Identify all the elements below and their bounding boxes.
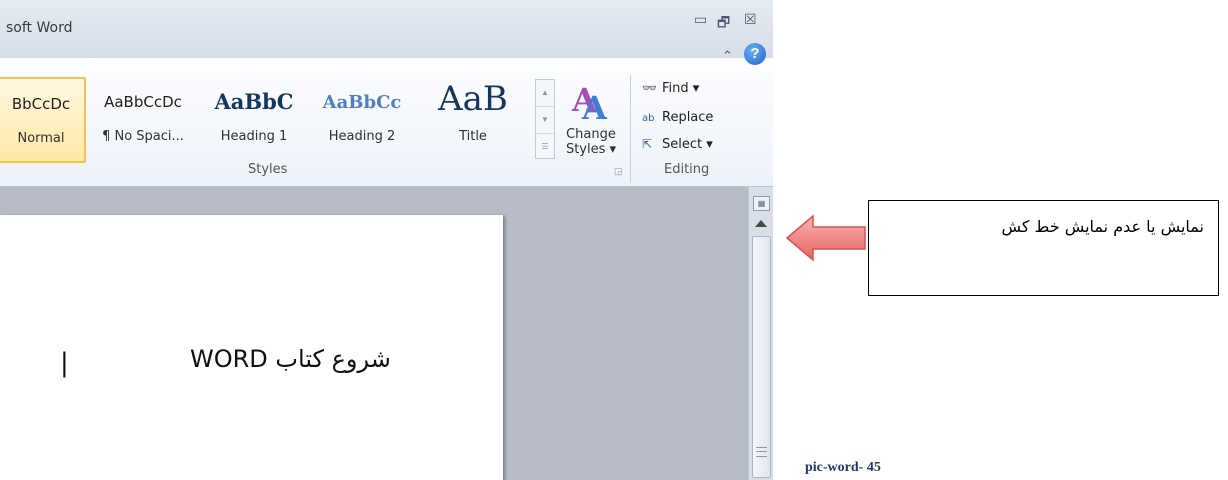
- styles-group-label: Styles: [248, 162, 288, 177]
- scroll-thumb[interactable]: [752, 236, 771, 478]
- svg-text:A: A: [581, 89, 608, 123]
- figure-caption: pic-word- 45: [805, 460, 881, 475]
- styles-gallery-scroll[interactable]: ▲ ▼ ☰: [535, 79, 555, 159]
- change-styles-label-line2: Styles ▾: [565, 142, 617, 157]
- text-cursor: |: [60, 348, 69, 378]
- style-preview: AaBbCcDc: [104, 93, 182, 111]
- document-workspace: شروع کتاب WORD |: [0, 187, 748, 480]
- change-styles-label-line1: Change: [566, 127, 616, 142]
- select-button[interactable]: ⇱ Select ▾: [642, 137, 713, 152]
- style-preview: AaBbC: [214, 89, 294, 114]
- style-normal[interactable]: BbCcDc Normal: [0, 77, 86, 163]
- style-heading-1[interactable]: AaBbC Heading 1: [202, 77, 306, 159]
- callout-text: نمایش یا عدم نمایش خط کش: [1001, 217, 1204, 236]
- word-window: soft Word ▭ 🗗 ☒ ⌃ ? BbCcDc Normal AaBbCc…: [0, 0, 773, 480]
- replace-label: Replace: [662, 110, 714, 125]
- change-styles-icon: A A: [571, 81, 608, 123]
- style-preview: BbCcDc: [11, 95, 71, 113]
- style-name: Heading 2: [328, 129, 396, 144]
- vertical-scrollbar[interactable]: ▦: [748, 187, 773, 480]
- select-label: Select ▾: [662, 137, 713, 152]
- style-no-spacing[interactable]: AaBbCcDc ¶ No Spaci...: [88, 77, 198, 159]
- minimize-ribbon-icon[interactable]: ⌃: [722, 48, 733, 64]
- view-ruler-icon[interactable]: ▦: [753, 196, 770, 211]
- cursor-arrow-icon: ⇱: [642, 137, 653, 151]
- minimize-button[interactable]: ▭: [694, 12, 707, 28]
- binoculars-icon: 👓: [642, 81, 657, 95]
- window-title: soft Word: [6, 20, 73, 36]
- style-name: ¶ No Spaci...: [102, 129, 184, 144]
- pointer-arrow: [785, 214, 866, 262]
- gallery-down-icon[interactable]: ▼: [536, 107, 554, 134]
- group-separator: [630, 75, 631, 183]
- find-button[interactable]: 👓 Find ▾: [642, 81, 699, 96]
- left-arrow-shape: [785, 214, 866, 262]
- replace-icon: ab: [642, 113, 655, 124]
- document-text[interactable]: شروع کتاب WORD: [190, 345, 391, 373]
- gallery-more-icon[interactable]: ☰: [536, 134, 554, 160]
- style-title[interactable]: AaB Title: [418, 77, 528, 159]
- style-name: Title: [459, 129, 487, 144]
- gallery-up-icon[interactable]: ▲: [536, 80, 554, 107]
- editing-group-label: Editing: [664, 162, 710, 177]
- change-styles-label: Change Styles ▾: [556, 127, 626, 157]
- annotation-callout: نمایش یا عدم نمایش خط کش: [868, 200, 1219, 296]
- dialog-launcher-icon[interactable]: ◲: [614, 166, 623, 177]
- document-page[interactable]: شروع کتاب WORD |: [0, 215, 503, 480]
- ribbon: BbCcDc Normal AaBbCcDc ¶ No Spaci... AaB…: [0, 71, 773, 187]
- title-bar: soft Word ▭ 🗗 ☒ ⌃ ?: [0, 0, 773, 65]
- close-button[interactable]: ☒: [744, 12, 757, 28]
- style-preview: AaBbCc: [322, 92, 402, 113]
- style-name: Heading 1: [220, 129, 288, 144]
- style-name: Normal: [17, 131, 65, 146]
- restore-button[interactable]: 🗗: [717, 12, 730, 36]
- style-heading-2[interactable]: AaBbCc Heading 2: [310, 77, 414, 159]
- help-icon[interactable]: ?: [744, 43, 766, 65]
- grip-icon: [756, 447, 767, 457]
- find-label: Find ▾: [662, 81, 700, 96]
- change-styles-button[interactable]: A A Change Styles ▾: [556, 77, 626, 167]
- replace-button[interactable]: ab Replace: [642, 110, 713, 125]
- style-preview: AaB: [438, 79, 508, 119]
- scroll-up-icon[interactable]: [755, 220, 767, 227]
